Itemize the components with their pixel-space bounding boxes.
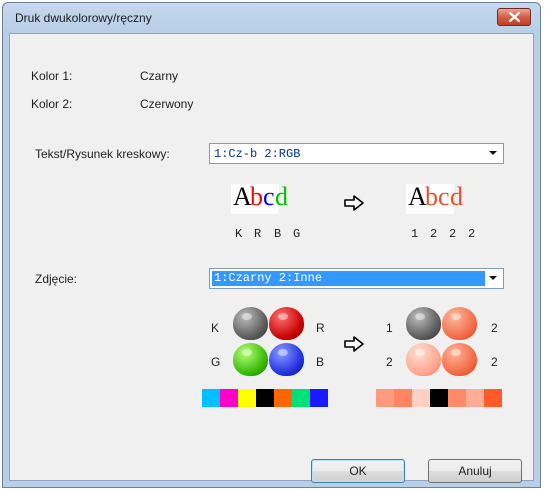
arrow-right-icon: [344, 195, 364, 211]
text-line-label: Tekst/Rysunek kreskowy:: [35, 147, 170, 161]
kolor2-value: Czerwony: [140, 97, 194, 111]
sample-letter-b: b: [250, 182, 263, 211]
photo-left-g: G: [211, 355, 221, 369]
sample-after-letter-b: b: [425, 182, 438, 211]
dialog-client-area: Kolor 1: Czarny Kolor 2: Czerwony Tekst/…: [9, 33, 534, 483]
letter-g: G: [293, 227, 301, 241]
sample-after-letter-a: A: [408, 182, 427, 211]
color-swatch: [238, 389, 256, 407]
photo-label: Zdjęcie:: [35, 272, 78, 286]
letter-1: 1: [411, 227, 419, 241]
color-swatch: [394, 389, 412, 407]
apple-after-light: [406, 343, 441, 376]
color-swatch: [220, 389, 238, 407]
window-title: Druk dwukolorowy/ręczny: [15, 11, 152, 25]
chevron-down-icon: [489, 151, 497, 155]
photo-dropdown[interactable]: 1:Czarny 2:Inne: [209, 268, 504, 289]
color-swatch: [484, 389, 502, 407]
letter-2b: 2: [449, 227, 457, 241]
sample-after-letter-d: d: [450, 182, 463, 211]
apple-after-black: [406, 307, 441, 340]
sample-letter-d: d: [275, 182, 288, 211]
letter-2c: 2: [468, 227, 476, 241]
photo-right-2a: 2: [491, 321, 498, 335]
photo-sample-after: [406, 307, 478, 379]
apple-red: [269, 307, 304, 340]
sample-letter-c: c: [263, 182, 275, 211]
letter-2a: 2: [430, 227, 438, 241]
letter-k: K: [235, 227, 243, 241]
title-bar[interactable]: Druk dwukolorowy/ręczny: [3, 3, 540, 33]
photo-right-2c: 2: [491, 355, 498, 369]
text-line-selected: 1:Cz-b 2:RGB: [214, 147, 301, 161]
color-swatch: [310, 389, 328, 407]
color-swatch: [256, 389, 274, 407]
apple-blue: [269, 343, 304, 376]
arrow-right-icon: [344, 336, 364, 352]
sample-after-letter-c: c: [438, 182, 450, 211]
apple-after-red: [442, 307, 477, 340]
close-icon: [508, 11, 521, 23]
color-swatch: [274, 389, 292, 407]
apple-after-orange: [442, 343, 477, 376]
cancel-button[interactable]: Anuluj: [428, 459, 522, 483]
apple-green: [233, 343, 268, 376]
color-swatch: [430, 389, 448, 407]
color-swatches-after: [376, 389, 502, 407]
photo-right-2b: 2: [386, 355, 393, 369]
ok-button[interactable]: OK: [311, 459, 405, 483]
text-line-dropdown[interactable]: 1:Cz-b 2:RGB: [209, 143, 504, 164]
text-sample-before: A b c d: [231, 182, 288, 214]
photo-right-1: 1: [386, 321, 393, 335]
photo-sample-before: [233, 307, 305, 379]
letter-r: R: [254, 227, 262, 241]
letter-b: B: [274, 227, 282, 241]
kolor2-label: Kolor 2:: [31, 97, 73, 111]
photo-left-b: B: [316, 355, 325, 369]
text-sample-after: A b c d: [406, 182, 463, 214]
color-swatch: [412, 389, 430, 407]
photo-selected: 1:Czarny 2:Inne: [214, 271, 323, 285]
color-swatch: [448, 389, 466, 407]
kolor1-label: Kolor 1:: [31, 69, 73, 83]
chevron-down-icon: [489, 276, 497, 280]
close-button[interactable]: [497, 8, 531, 26]
color-swatch: [292, 389, 310, 407]
color-swatches-before: [202, 389, 328, 407]
kolor1-value: Czarny: [140, 69, 179, 83]
photo-left-k: K: [211, 321, 220, 335]
sample-letter-a: A: [233, 182, 252, 211]
color-swatch: [202, 389, 220, 407]
color-swatch: [466, 389, 484, 407]
apple-black: [233, 307, 268, 340]
photo-left-r: R: [316, 321, 325, 335]
dialog-window: Druk dwukolorowy/ręczny Kolor 1: Czarny …: [2, 2, 541, 488]
color-swatch: [376, 389, 394, 407]
